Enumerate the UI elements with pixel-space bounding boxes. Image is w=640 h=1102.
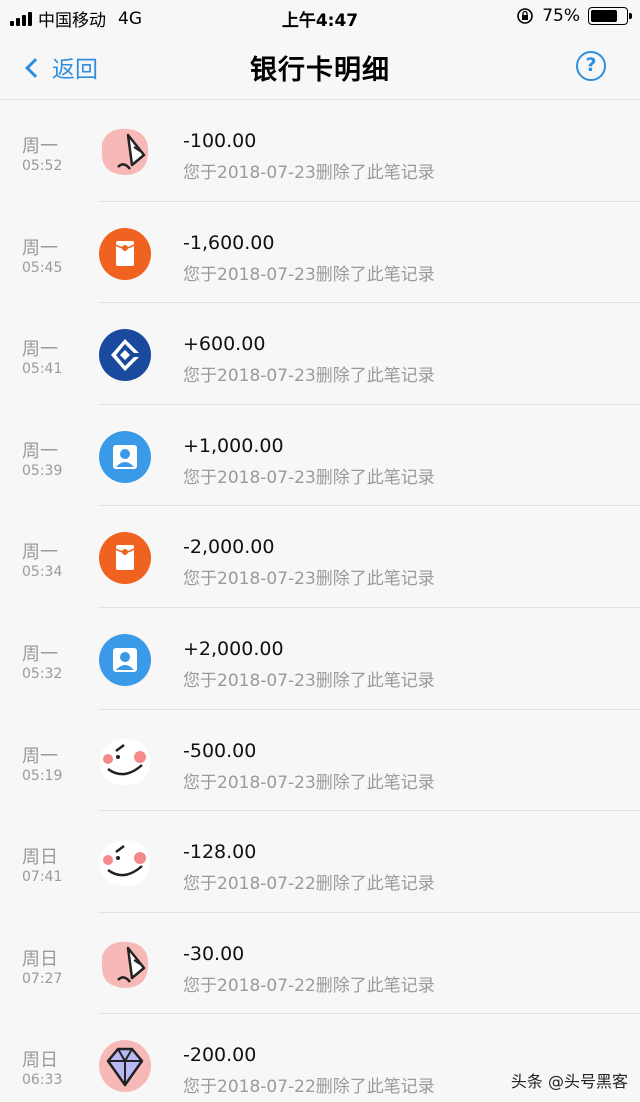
user-avatar-icon xyxy=(98,430,152,484)
transaction-day: 周一 xyxy=(22,237,58,259)
transaction-amount: +1,000.00 xyxy=(183,434,284,457)
transaction-amount: -200.00 xyxy=(183,1044,257,1067)
transaction-amount: -2,000.00 xyxy=(183,536,275,559)
transaction-day: 周一 xyxy=(22,440,58,462)
transaction-description: 您于2018-07-23删除了此笔记录 xyxy=(183,366,435,387)
status-right: 75% xyxy=(516,6,632,26)
transaction-description: 您于2018-07-23删除了此笔记录 xyxy=(183,264,435,285)
sticker-pink-icon xyxy=(98,938,152,992)
transaction-description: 您于2018-07-23删除了此笔记录 xyxy=(183,569,435,590)
nav-bar: 返回 银行卡明细 ? xyxy=(0,34,640,100)
transaction-amount: -128.00 xyxy=(183,841,257,864)
transaction-day: 周日 xyxy=(22,847,58,869)
red-packet-icon xyxy=(98,227,152,281)
transaction-day: 周一 xyxy=(22,745,58,767)
transaction-row[interactable]: 周日 07:41 -128.00 您于2018-07-22删除了此笔记录 xyxy=(0,811,640,913)
transaction-time: 07:27 xyxy=(22,970,63,987)
transaction-time: 05:39 xyxy=(22,462,63,479)
sticker-diamond-icon xyxy=(98,1039,152,1093)
transaction-amount: +2,000.00 xyxy=(183,637,284,660)
orientation-lock-icon xyxy=(516,7,534,25)
battery-level xyxy=(591,10,617,22)
transaction-description: 您于2018-07-23删除了此笔记录 xyxy=(183,163,435,183)
transaction-amount: -1,600.00 xyxy=(183,231,275,254)
battery-icon xyxy=(588,7,632,25)
transaction-time: 05:41 xyxy=(22,361,63,378)
transaction-day: 周日 xyxy=(22,1050,58,1072)
transaction-time: 05:19 xyxy=(22,767,63,784)
transaction-description: 您于2018-07-23删除了此笔记录 xyxy=(183,467,435,488)
transaction-description: 您于2018-07-22删除了此笔记录 xyxy=(183,1077,435,1098)
transaction-amount: -100.00 xyxy=(183,130,257,152)
transaction-row[interactable]: 周一 05:52 -100.00 您于2018-07-23删除了此笔记录 xyxy=(0,100,640,202)
transaction-row[interactable]: 周一 05:45 -1,600.00 您于2018-07-23删除了此笔记录 xyxy=(0,202,640,304)
transaction-time: 05:52 xyxy=(22,158,63,174)
transaction-list: 周一 05:52 -100.00 您于2018-07-23删除了此笔记录 周一 … xyxy=(0,100,640,1102)
transaction-row[interactable]: 周日 07:27 -30.00 您于2018-07-22删除了此笔记录 xyxy=(0,913,640,1015)
help-button[interactable]: ? xyxy=(576,51,606,81)
page-title: 银行卡明细 xyxy=(250,55,390,86)
status-bar: 中国移动 4G 上午4:47 75% xyxy=(0,0,640,34)
transaction-day: 周日 xyxy=(22,948,58,970)
transaction-description: 您于2018-07-23删除了此笔记录 xyxy=(183,670,435,691)
transaction-day: 周一 xyxy=(22,542,58,564)
transaction-day: 周一 xyxy=(22,643,58,665)
transaction-time: 05:32 xyxy=(22,665,63,682)
sticker-pink-icon xyxy=(98,125,152,179)
sticker-face-icon xyxy=(98,836,152,890)
transaction-day: 周一 xyxy=(22,339,58,361)
transaction-description: 您于2018-07-22删除了此笔记录 xyxy=(183,874,435,895)
sticker-face-icon xyxy=(98,735,152,789)
transaction-time: 06:33 xyxy=(22,1072,63,1089)
red-packet-icon xyxy=(98,531,152,585)
battery-percent: 75% xyxy=(542,6,580,26)
user-avatar-icon xyxy=(98,633,152,687)
transaction-row[interactable]: 周一 05:34 -2,000.00 您于2018-07-23删除了此笔记录 xyxy=(0,506,640,608)
transaction-row[interactable]: 周一 05:32 +2,000.00 您于2018-07-23删除了此笔记录 xyxy=(0,608,640,710)
transaction-amount: -30.00 xyxy=(183,942,245,965)
transaction-row[interactable]: 周一 05:41 +600.00 您于2018-07-23删除了此笔记录 xyxy=(0,303,640,405)
transaction-description: 您于2018-07-23删除了此笔记录 xyxy=(183,772,435,793)
transaction-day: 周一 xyxy=(22,136,58,157)
transaction-row[interactable]: 周一 05:19 -500.00 您于2018-07-23删除了此笔记录 xyxy=(0,710,640,812)
transaction-row[interactable]: 周一 05:39 +1,000.00 您于2018-07-23删除了此笔记录 xyxy=(0,405,640,507)
transaction-time: 05:45 xyxy=(22,259,63,276)
transaction-description: 您于2018-07-22删除了此笔记录 xyxy=(183,975,435,996)
ccb-bank-icon xyxy=(98,328,152,382)
transaction-amount: -500.00 xyxy=(183,739,257,762)
transaction-time: 07:41 xyxy=(22,869,63,886)
transaction-time: 05:34 xyxy=(22,564,63,581)
transaction-amount: +600.00 xyxy=(183,333,266,356)
watermark: 头条 @头号黑客 xyxy=(510,1072,628,1091)
